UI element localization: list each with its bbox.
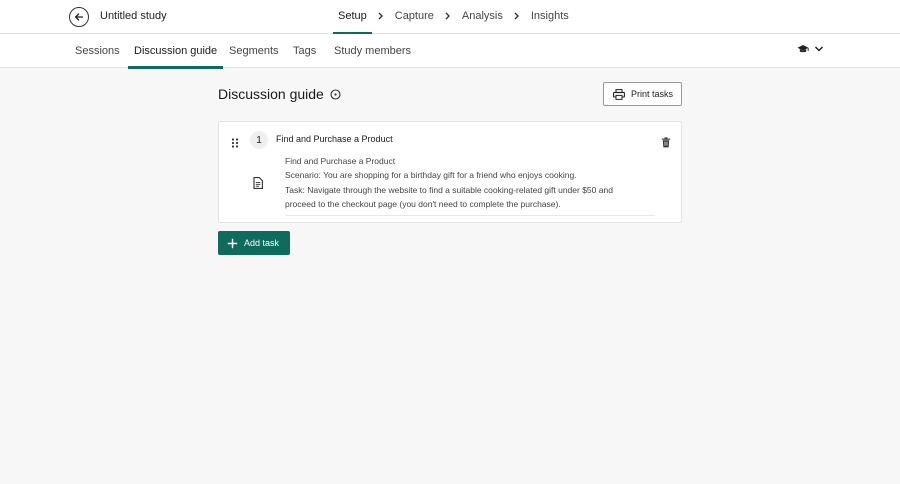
chevron-right-icon (439, 0, 457, 34)
print-tasks-label: Print tasks (631, 89, 674, 99)
add-task-label: Add task (244, 238, 280, 248)
step-setup[interactable]: Setup (333, 0, 372, 35)
arrow-left-icon (74, 13, 84, 21)
plus-icon (227, 238, 238, 248)
tab-tags[interactable]: Tags (293, 34, 316, 68)
add-task-button[interactable]: Add task (218, 231, 290, 255)
task-description-line: proceed to the checkout page (you don't … (285, 198, 561, 209)
help-menu-button[interactable] (797, 44, 824, 54)
study-title[interactable]: Untitled study (100, 10, 167, 22)
back-button[interactable] (69, 7, 89, 27)
info-circle-icon[interactable] (330, 88, 341, 100)
study-steps: Setup Capture Analysis Insights (333, 0, 574, 35)
task-number: 1 (250, 131, 268, 149)
top-bar: Untitled study Setup Capture Analysis In… (0, 0, 900, 35)
chevron-right-icon (508, 0, 526, 34)
tab-discussion-guide[interactable]: Discussion guide (127, 34, 224, 69)
tab-segments[interactable]: Segments (229, 34, 279, 68)
page-title: Discussion guide (218, 86, 341, 102)
task-description[interactable]: Find and Purchase a Product Scenario: Yo… (285, 154, 655, 217)
task-description-line: Scenario: You are shopping for a birthda… (285, 170, 577, 181)
page-title-text: Discussion guide (218, 86, 324, 102)
task-description-line: Find and Purchase a Product (285, 156, 396, 166)
task-card: 1 Find and Purchase a Product Find and P… (218, 121, 682, 223)
drag-handle-icon[interactable] (231, 135, 239, 153)
task-title[interactable]: Find and Purchase a Product (276, 134, 393, 144)
print-tasks-button[interactable]: Print tasks (603, 82, 682, 106)
graduation-cap-icon (797, 45, 809, 53)
document-icon (253, 176, 263, 194)
step-capture[interactable]: Capture (390, 0, 439, 34)
chevron-down-icon (814, 46, 824, 52)
tab-study-members[interactable]: Study members (334, 34, 411, 68)
printer-icon (613, 88, 625, 100)
trash-icon[interactable] (661, 135, 671, 153)
step-insights[interactable]: Insights (526, 0, 574, 34)
chevron-right-icon (372, 0, 390, 34)
task-description-line: Task: Navigate through the website to fi… (285, 184, 613, 195)
tab-bar: Sessions Discussion guide Segments Tags … (0, 34, 900, 69)
step-analysis[interactable]: Analysis (457, 0, 508, 34)
tab-sessions[interactable]: Sessions (75, 34, 120, 68)
